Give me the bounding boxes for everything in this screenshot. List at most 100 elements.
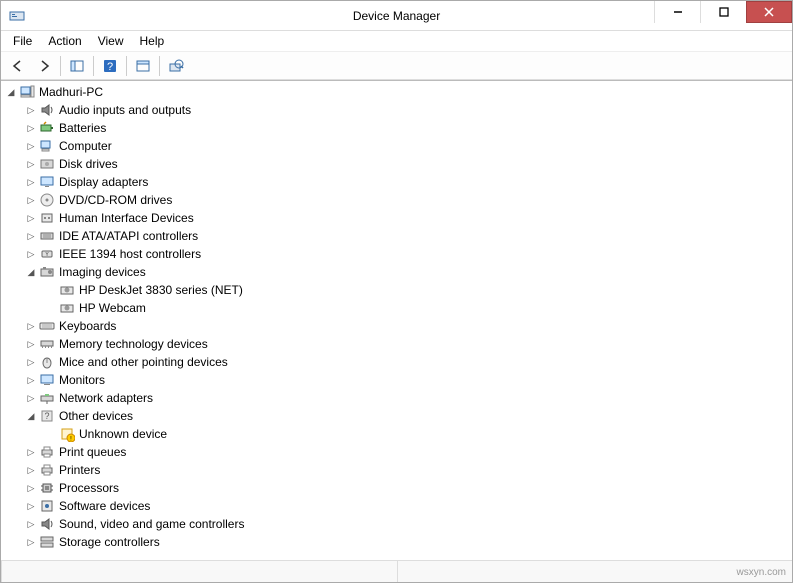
hid-icon <box>39 210 55 226</box>
expand-icon[interactable]: ▷ <box>25 446 37 458</box>
tree-category-node[interactable]: ▷Keyboards <box>1 317 792 335</box>
imaging-dev-icon <box>59 300 75 316</box>
device-manager-window: Device Manager File Action View Help ? ◢… <box>0 0 793 583</box>
svg-text:?: ? <box>107 61 113 73</box>
expand-icon[interactable]: ▷ <box>25 464 37 476</box>
dvd-icon <box>39 192 55 208</box>
expand-icon[interactable]: ▷ <box>25 212 37 224</box>
tree-category-node[interactable]: ▷ Computer <box>1 137 792 155</box>
tree-node-label: HP Webcam <box>79 301 146 315</box>
tree-category-node[interactable]: ▷ Memory technology devices <box>1 335 792 353</box>
tree-node-label: Processors <box>59 481 119 495</box>
expand-icon[interactable]: ▷ <box>25 176 37 188</box>
tree-category-node[interactable]: ▷Printers <box>1 461 792 479</box>
menu-action[interactable]: Action <box>40 32 89 50</box>
tree-device-node[interactable]: HP DeskJet 3830 series (NET) <box>1 281 792 299</box>
tree-category-node[interactable]: ▷ Storage controllers <box>1 533 792 551</box>
tree-category-node[interactable]: ▷Print queues <box>1 443 792 461</box>
collapse-icon[interactable]: ◢ <box>25 410 37 422</box>
close-button[interactable] <box>746 1 792 23</box>
back-button[interactable] <box>6 54 30 78</box>
content-area: ◢Madhuri-PC ▷ Audio inputs and outputs ▷Bat… <box>1 80 792 560</box>
toolbar-separator <box>60 56 61 76</box>
expand-icon[interactable]: ▷ <box>25 356 37 368</box>
computer-icon <box>19 84 35 100</box>
tree-node-label: DVD/CD-ROM drives <box>59 193 172 207</box>
tree-node-label: Network adapters <box>59 391 153 405</box>
expand-icon[interactable]: ▷ <box>25 338 37 350</box>
tree-category-node[interactable]: ▷Display adapters <box>1 173 792 191</box>
tree-category-node[interactable]: ▷ DVD/CD-ROM drives <box>1 191 792 209</box>
collapse-icon[interactable]: ◢ <box>25 266 37 278</box>
tree-category-node[interactable]: ▷ Monitors <box>1 371 792 389</box>
statusbar <box>1 560 792 582</box>
expand-icon[interactable]: ▷ <box>25 194 37 206</box>
tree-node-label: Audio inputs and outputs <box>59 103 191 117</box>
tree-node-label: Computer <box>59 139 112 153</box>
expand-icon[interactable]: ▷ <box>25 500 37 512</box>
collapse-icon[interactable]: ◢ <box>5 86 17 98</box>
tree-category-node[interactable]: ◢ Imaging devices <box>1 263 792 281</box>
tree-node-label: Imaging devices <box>59 265 146 279</box>
show-hide-console-tree-button[interactable] <box>65 54 89 78</box>
toolbar-separator <box>159 56 160 76</box>
properties-button[interactable] <box>131 54 155 78</box>
tree-category-node[interactable]: ▷ IDE ATA/ATAPI controllers <box>1 227 792 245</box>
tree-node-label: Monitors <box>59 373 105 387</box>
tree-category-node[interactable]: ▷Software devices <box>1 497 792 515</box>
expand-icon[interactable]: ▷ <box>25 248 37 260</box>
tree-node-label: Disk drives <box>59 157 118 171</box>
expand-icon[interactable]: ▷ <box>25 536 37 548</box>
tree-node-label: IEEE 1394 host controllers <box>59 247 201 261</box>
expand-icon[interactable]: ▷ <box>25 374 37 386</box>
tree-device-node[interactable]: ! Unknown device <box>1 425 792 443</box>
audio-icon <box>39 102 55 118</box>
tree-category-node[interactable]: ▷Mice and other pointing devices <box>1 353 792 371</box>
expand-icon[interactable]: ▷ <box>25 140 37 152</box>
tree-category-node[interactable]: ▷Human Interface Devices <box>1 209 792 227</box>
tree-category-node[interactable]: ▷YIEEE 1394 host controllers <box>1 245 792 263</box>
menu-file[interactable]: File <box>5 32 40 50</box>
watermark: wsxyn.com <box>737 567 786 578</box>
keyboard-icon <box>39 318 55 334</box>
forward-button[interactable] <box>32 54 56 78</box>
expand-icon[interactable]: ▷ <box>25 482 37 494</box>
print-icon <box>39 444 55 460</box>
expand-icon[interactable]: ▷ <box>25 122 37 134</box>
expand-icon[interactable]: ▷ <box>25 518 37 530</box>
tree-node-label: Memory technology devices <box>59 337 208 351</box>
tree-category-node[interactable]: ▷ Sound, video and game controllers <box>1 515 792 533</box>
tree-node-label: IDE ATA/ATAPI controllers <box>59 229 198 243</box>
tree-category-node[interactable]: ▷ Network adapters <box>1 389 792 407</box>
tree-node-label: Storage controllers <box>59 535 160 549</box>
tree-node-label: Unknown device <box>79 427 167 441</box>
tree-category-node[interactable]: ◢? Other devices <box>1 407 792 425</box>
tree-category-node[interactable]: ▷ Disk drives <box>1 155 792 173</box>
device-tree[interactable]: ◢Madhuri-PC ▷ Audio inputs and outputs ▷Bat… <box>1 81 792 560</box>
scan-hardware-button[interactable] <box>164 54 188 78</box>
expand-icon[interactable]: ▷ <box>25 320 37 332</box>
unknown-icon: ! <box>59 426 75 442</box>
tree-category-node[interactable]: ▷ Audio inputs and outputs <box>1 101 792 119</box>
other-icon: ? <box>39 408 55 424</box>
tree-node-label: Other devices <box>59 409 133 423</box>
mouse-icon <box>39 354 55 370</box>
software-icon <box>39 498 55 514</box>
menu-help[interactable]: Help <box>132 32 173 50</box>
tree-root-node[interactable]: ◢Madhuri-PC <box>1 83 792 101</box>
tree-device-node[interactable]: HP Webcam <box>1 299 792 317</box>
expand-icon[interactable]: ▷ <box>25 392 37 404</box>
help-button[interactable]: ? <box>98 54 122 78</box>
expand-icon[interactable]: ▷ <box>25 158 37 170</box>
maximize-button[interactable] <box>700 1 746 23</box>
tree-node-label: Sound, video and game controllers <box>59 517 244 531</box>
tree-category-node[interactable]: ▷ Processors <box>1 479 792 497</box>
menu-view[interactable]: View <box>90 32 132 50</box>
expand-icon[interactable]: ▷ <box>25 104 37 116</box>
computer-cat-icon <box>39 138 55 154</box>
minimize-button[interactable] <box>654 1 700 23</box>
expand-icon[interactable]: ▷ <box>25 230 37 242</box>
window-controls <box>654 1 792 23</box>
menubar: File Action View Help <box>1 31 792 52</box>
tree-category-node[interactable]: ▷Batteries <box>1 119 792 137</box>
